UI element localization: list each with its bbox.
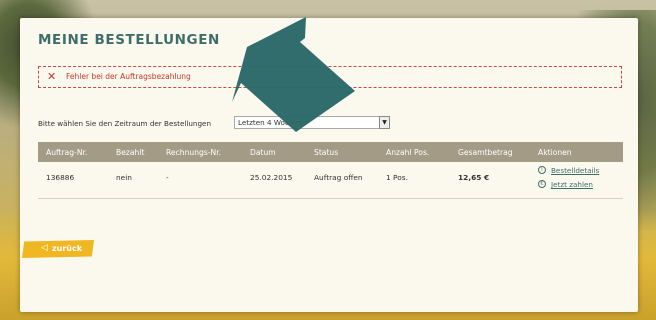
back-button[interactable]: ◁ zurück	[22, 240, 94, 258]
pointer-arrow-overlay	[232, 17, 355, 132]
pointer-arrow-icon	[232, 17, 355, 132]
back-button-label: zurück	[52, 244, 83, 253]
chevron-left-icon: ◁	[41, 243, 48, 253]
